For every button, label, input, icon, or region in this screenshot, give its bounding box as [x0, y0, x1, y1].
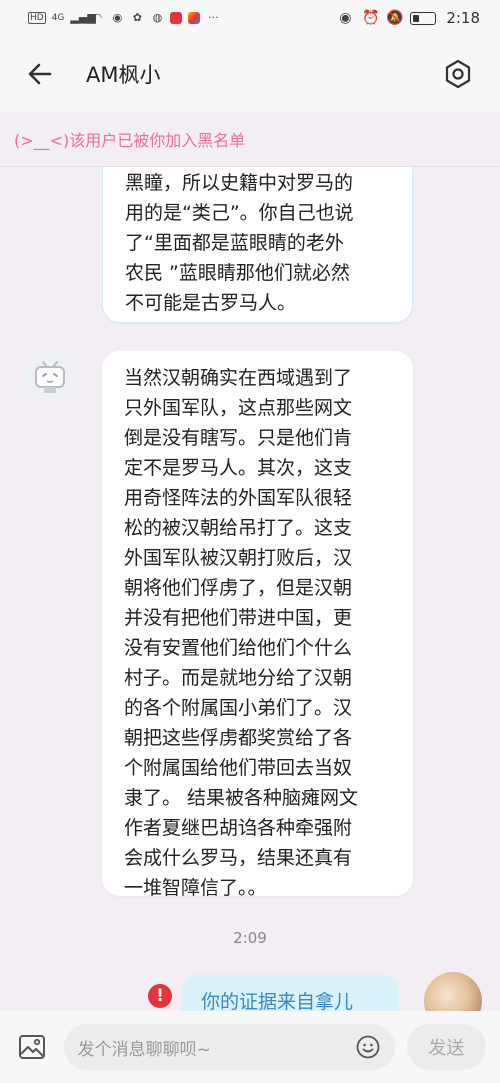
- message-line: 没有安置他们给他们个什么: [124, 637, 353, 659]
- chat-title: AM枫小: [86, 63, 161, 87]
- alarm-icon: ⏰: [362, 10, 380, 26]
- wechat-icon: ◉: [112, 11, 123, 24]
- wifi-icon: ◠: [92, 11, 103, 24]
- send-failed-icon[interactable]: !: [148, 984, 172, 1008]
- message-bubble-right[interactable]: 你的证据来自拿儿: [181, 975, 399, 1011]
- message-line: 一堆智障信了。。: [124, 877, 267, 899]
- message-line: 不可能是古罗马人。: [125, 292, 297, 314]
- message-line: 朝把这些俘虏都奖赏给了各: [124, 727, 353, 749]
- back-button[interactable]: [22, 56, 58, 92]
- mute-icon: 🔕: [386, 10, 404, 26]
- message-input[interactable]: 发个消息聊聊呗~: [63, 1024, 395, 1070]
- clock: 2:18: [446, 9, 480, 27]
- arrow-left-icon: [28, 63, 52, 85]
- emoji-icon[interactable]: [355, 1034, 381, 1060]
- message-bubble-left[interactable]: 黑瞳，所以史籍中对罗马的 用的是“类己”。你自己也说 了“里面都是蓝眼睛的老外 …: [102, 167, 413, 323]
- message-line: 并没有把他们带进中国，更: [124, 607, 353, 629]
- status-bar-left: HD 4G ▂▄▆ ◠ ◉ ✿ ◍ ···: [28, 11, 220, 25]
- my-avatar[interactable]: [424, 972, 482, 1011]
- app-colorful-icon: [188, 12, 201, 24]
- message-line: 松的被汉朝给吊打了。这支: [124, 517, 353, 539]
- settings-button[interactable]: [438, 54, 478, 94]
- message-line: 个附属国给他们带回去当奴: [124, 757, 353, 779]
- message-bubble-left[interactable]: 当然汉朝确实在西域遇到了 只外国军队，这点那些网文 倒是没有瞎写。只是他们肯 定…: [102, 351, 413, 899]
- app-red-icon: [170, 12, 183, 24]
- message-line: 会成什么罗马，结果还真有: [124, 847, 353, 869]
- network-badge: 4G: [51, 13, 65, 23]
- input-bar: 发个消息聊聊呗~ 发送: [0, 1011, 500, 1083]
- message-line: 用的是“类己”。你自己也说: [125, 202, 354, 224]
- battery-level: [413, 14, 420, 22]
- message-line: 用奇怪阵法的外国军队很轻: [124, 487, 353, 509]
- send-button[interactable]: 发送: [406, 1024, 486, 1070]
- message-line: 的各个附属国小弟们了。汉: [124, 697, 353, 719]
- message-line: 隶了。 结果被各种脑瘫网文: [124, 787, 359, 809]
- browser-icon: ◍: [152, 11, 163, 24]
- image-button[interactable]: [14, 1029, 50, 1065]
- message-input-placeholder: 发个消息聊聊呗~: [77, 1039, 211, 1060]
- signal-icon: ▂▄▆: [70, 11, 96, 24]
- message-line: 黑瞳，所以史籍中对罗马的: [125, 172, 354, 194]
- contact-avatar[interactable]: [22, 349, 78, 405]
- message-line: 倒是没有瞎写。只是他们肯: [124, 427, 353, 449]
- message-line: 定不是罗马人。其次，这支: [124, 457, 353, 479]
- message-line: 村子。而是就地分给了汉朝: [124, 667, 353, 689]
- message-line: 外国军队被汉朝打败后，汉: [124, 547, 353, 569]
- blacklist-notice: (>__<)该用户已被你加入黑名单: [0, 112, 500, 167]
- hexagon-settings-icon: [445, 59, 471, 89]
- message-line: 了“里面都是蓝眼睛的老外: [125, 232, 344, 254]
- tv-mascot-icon: [35, 361, 65, 393]
- message-timestamp: 2:09: [233, 929, 267, 947]
- message-line: 作者夏继巴胡诌各种牵强附: [124, 817, 353, 839]
- image-icon: [18, 1035, 45, 1059]
- message-list[interactable]: 黑瞳，所以史籍中对罗马的 用的是“类己”。你自己也说 了“里面都是蓝眼睛的老外 …: [0, 167, 500, 1011]
- message-line: 农民 ”蓝眼睛那他们就必然: [125, 262, 350, 284]
- message-line: 只外国军队，这点那些网文: [124, 397, 353, 419]
- more-icon: ···: [208, 11, 219, 24]
- chat-header: AM枫小: [0, 36, 500, 112]
- status-bar: HD 4G ▂▄▆ ◠ ◉ ✿ ◍ ··· ◉ ⏰ 🔕 2:18: [0, 0, 500, 36]
- message-line: 朝将他们俘虏了，但是汉朝: [124, 577, 353, 599]
- message-line: 当然汉朝确实在西域遇到了: [124, 367, 353, 389]
- app-icon: ✿: [132, 11, 143, 24]
- status-bar-right: ◉ ⏰ 🔕 2:18: [338, 9, 480, 27]
- hd-badge: HD: [28, 12, 46, 24]
- battery-icon: [410, 11, 437, 25]
- eye-icon: ◉: [339, 10, 352, 26]
